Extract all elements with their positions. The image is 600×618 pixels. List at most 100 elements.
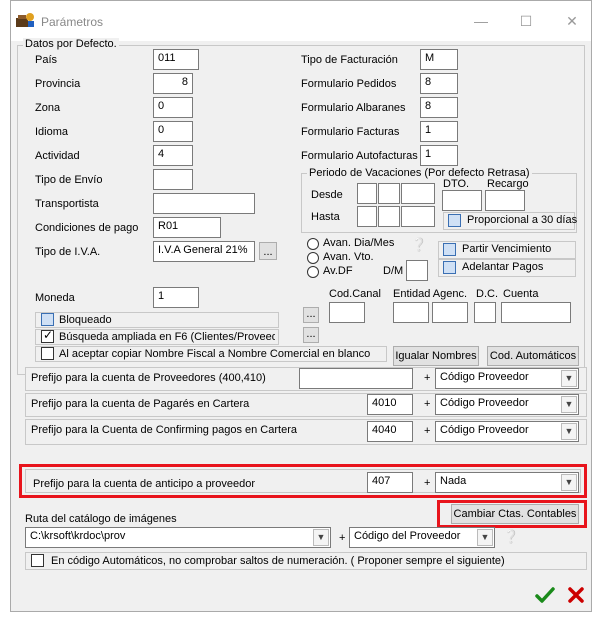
- banco-lookup-button[interactable]: ...: [303, 307, 319, 323]
- desde-anio-field[interactable]: [401, 183, 435, 204]
- entidad-label: Entidad Agenc.: [393, 288, 468, 300]
- chevron-down-icon: ▼: [561, 474, 577, 491]
- tipo-facturacion-field[interactable]: M: [420, 49, 458, 70]
- title-bar: Parámetros — ☐ ✕: [11, 1, 591, 41]
- chevron-down-icon: ▼: [313, 529, 329, 546]
- plus-label: +: [424, 398, 431, 410]
- ruta-label: Ruta del catálogo de imágenes: [25, 513, 177, 525]
- recargo-field[interactable]: [485, 190, 525, 211]
- hasta-anio-field[interactable]: [401, 206, 435, 227]
- condiciones-field[interactable]: R01: [153, 217, 221, 238]
- desde-dia-field[interactable]: [357, 183, 377, 204]
- busqueda-checkbox[interactable]: [41, 328, 54, 343]
- anticipo-combo[interactable]: Nada ▼: [435, 472, 579, 493]
- banco-lookup-button-2[interactable]: ...: [303, 327, 319, 343]
- formulario-facturas-field[interactable]: 1: [420, 121, 458, 142]
- accept-check-icon[interactable]: [535, 586, 555, 604]
- tipo-envio-label: Tipo de Envío: [35, 174, 103, 186]
- chevron-down-icon: ▼: [561, 423, 577, 440]
- tipo-iva-label: Tipo de I.V.A.: [35, 246, 101, 258]
- hasta-label: Hasta: [311, 211, 340, 223]
- cod-automaticos-button[interactable]: Cod. Automáticos: [487, 346, 579, 366]
- proporcional-label: Proporcional a 30 días: [467, 214, 578, 226]
- idioma-field[interactable]: 0: [153, 121, 193, 142]
- cod-canal-field[interactable]: [329, 302, 365, 323]
- desde-mes-field[interactable]: [378, 183, 400, 204]
- close-button[interactable]: ✕: [557, 9, 587, 33]
- formulario-autofacturas-field[interactable]: 1: [420, 145, 458, 166]
- cancel-x-icon[interactable]: [567, 586, 585, 604]
- pais-label: País: [35, 54, 58, 66]
- provincia-label: Provincia: [35, 78, 81, 90]
- avan-dia-mes-radio[interactable]: [307, 238, 319, 250]
- prefijo-field[interactable]: [299, 368, 413, 389]
- proporcional-checkbox[interactable]: [448, 214, 461, 227]
- hasta-mes-field[interactable]: [378, 206, 400, 227]
- zona-field[interactable]: 0: [153, 97, 193, 118]
- dm-field[interactable]: [406, 260, 428, 281]
- tipo-envio-field[interactable]: [153, 169, 193, 190]
- entidad-field[interactable]: [393, 302, 429, 323]
- pais-field[interactable]: 011: [153, 49, 199, 70]
- dc-label: D.C.: [476, 288, 498, 300]
- dc-field[interactable]: [474, 302, 496, 323]
- busqueda-label: Búsqueda ampliada en F6 (Clientes/Provee…: [59, 331, 275, 343]
- chevron-down-icon: ▼: [561, 370, 577, 387]
- minimize-button[interactable]: —: [466, 9, 496, 33]
- no-comprobar-checkbox[interactable]: [31, 554, 44, 567]
- adelantar-label: Adelantar Pagos: [462, 261, 544, 273]
- cuenta-field[interactable]: [501, 302, 571, 323]
- adelantar-checkbox[interactable]: [443, 261, 456, 274]
- help-icon[interactable]: ❔: [411, 237, 427, 253]
- anticipo-field[interactable]: 407: [367, 472, 413, 493]
- dto-label: DTO.: [443, 178, 470, 190]
- window-title: Parámetros: [41, 15, 104, 29]
- tipo-iva-field[interactable]: I.V.A General 21%: [153, 241, 255, 262]
- moneda-label: Moneda: [35, 292, 75, 304]
- bloqueado-checkbox[interactable]: [41, 313, 54, 326]
- ruta-codigo-combo[interactable]: Código del Proveedor ▼: [349, 527, 495, 548]
- plus-label: +: [424, 372, 431, 384]
- dto-field[interactable]: [442, 190, 482, 211]
- moneda-field[interactable]: 1: [153, 287, 199, 308]
- prefijo-combo[interactable]: Código Proveedor ▼: [435, 421, 579, 442]
- plus-label: +: [339, 532, 346, 544]
- formulario-pedidos-field[interactable]: 8: [420, 73, 458, 94]
- prefijo-combo[interactable]: Código Proveedor ▼: [435, 368, 579, 389]
- hasta-dia-field[interactable]: [357, 206, 377, 227]
- help-icon[interactable]: ❔: [503, 529, 519, 545]
- igualar-nombres-button[interactable]: Igualar Nombres: [393, 346, 479, 366]
- actividad-label: Actividad: [35, 150, 80, 162]
- formulario-albaranes-label: Formulario Albaranes: [301, 102, 406, 114]
- actividad-field[interactable]: 4: [153, 145, 193, 166]
- prefijo-label: Prefijo para la cuenta de Proveedores (4…: [31, 372, 266, 384]
- partir-checkbox[interactable]: [443, 243, 456, 256]
- ruta-combo-value: C:\krsoft\krdoc\prov: [30, 530, 126, 542]
- prefijo-label: Prefijo para la Cuenta de Confirming pag…: [31, 424, 297, 436]
- formulario-albaranes-field[interactable]: 8: [420, 97, 458, 118]
- copiar-label: Al aceptar copiar Nombre Fiscal a Nombre…: [59, 348, 371, 360]
- maximize-button[interactable]: ☐: [511, 9, 541, 33]
- prefijo-combo-value: Código Proveedor: [440, 397, 529, 409]
- plus-label: +: [424, 425, 431, 437]
- prefijo-field[interactable]: 4010: [367, 394, 413, 415]
- dm-label: D/M: [383, 265, 404, 277]
- prefijo-field[interactable]: 4040: [367, 421, 413, 442]
- cambiar-ctas-button[interactable]: Cambiar Ctas. Contables: [451, 504, 579, 524]
- transportista-field[interactable]: [153, 193, 255, 214]
- copiar-checkbox[interactable]: [41, 347, 54, 360]
- idioma-label: Idioma: [35, 126, 69, 138]
- provincia-field[interactable]: 8: [153, 73, 193, 94]
- avan-vto-radio[interactable]: [307, 252, 319, 264]
- anticipo-label: Prefijo para la cuenta de anticipo a pro…: [33, 478, 255, 490]
- partir-label: Partir Vencimiento: [462, 243, 552, 255]
- agencia-field[interactable]: [432, 302, 468, 323]
- ruta-combo[interactable]: C:\krsoft\krdoc\prov ▼: [25, 527, 331, 548]
- datos-group-title: Datos por Defecto.: [23, 38, 119, 50]
- chevron-down-icon: ▼: [561, 396, 577, 413]
- av-df-radio[interactable]: [307, 266, 319, 278]
- av-df-label: Av.DF: [323, 265, 353, 277]
- plus-label: +: [424, 477, 431, 489]
- prefijo-combo[interactable]: Código Proveedor ▼: [435, 394, 579, 415]
- tipo-iva-lookup-button[interactable]: ...: [259, 242, 277, 260]
